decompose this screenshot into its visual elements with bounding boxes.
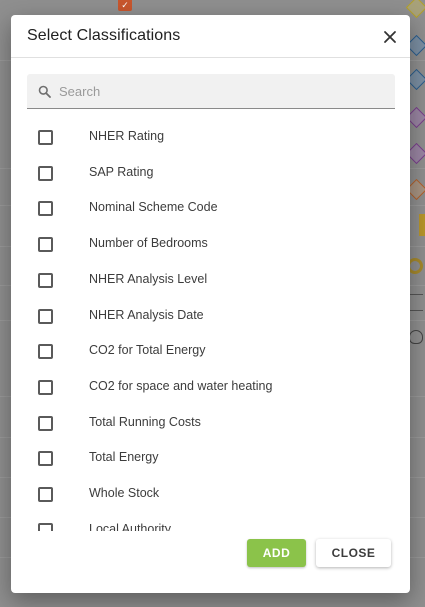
checkbox[interactable] — [38, 487, 53, 502]
list-item-label: NHER Rating — [89, 129, 165, 143]
checkbox[interactable] — [38, 380, 53, 395]
select-classifications-dialog: Select Classifications NHER Rating SAP R… — [11, 15, 410, 593]
list-item[interactable]: SAP Rating — [11, 155, 410, 191]
close-button[interactable]: CLOSE — [316, 539, 391, 567]
list-item-label: Number of Bedrooms — [89, 236, 208, 250]
checkbox-icon: ✓ — [118, 0, 132, 11]
list-item-label: Nominal Scheme Code — [89, 200, 218, 214]
bar-chart-icon — [419, 214, 425, 236]
list-item[interactable]: Nominal Scheme Code — [11, 190, 410, 226]
list-item[interactable]: Total Energy — [11, 440, 410, 476]
list-item-label: NHER Analysis Date — [89, 308, 204, 322]
list-item-label: Total Energy — [89, 450, 159, 464]
list-item[interactable]: Local Authority — [11, 512, 410, 531]
checkbox[interactable] — [38, 130, 53, 145]
equals-icon — [409, 310, 423, 311]
face-icon — [409, 330, 423, 344]
list-item-label: NHER Analysis Level — [89, 272, 208, 286]
checkbox[interactable] — [38, 166, 53, 181]
checkbox[interactable] — [38, 309, 53, 324]
checkbox[interactable] — [38, 201, 53, 216]
list-item-label: CO2 for space and water heating — [89, 379, 273, 393]
list-item[interactable]: Total Running Costs — [11, 405, 410, 441]
list-item[interactable]: Number of Bedrooms — [11, 226, 410, 262]
close-icon[interactable] — [380, 27, 400, 47]
list-item[interactable]: NHER Analysis Date — [11, 298, 410, 334]
classification-list[interactable]: NHER Rating SAP Rating Nominal Scheme Co… — [11, 119, 410, 531]
list-item[interactable]: NHER Rating — [11, 119, 410, 155]
dialog-header: Select Classifications — [11, 15, 410, 58]
list-item[interactable]: NHER Analysis Level — [11, 262, 410, 298]
list-item-label: Whole Stock — [89, 486, 160, 500]
list-item-label: CO2 for Total Energy — [89, 343, 206, 357]
checkbox[interactable] — [38, 451, 53, 466]
checkbox[interactable] — [38, 523, 53, 531]
equals-icon — [409, 294, 423, 295]
list-item[interactable]: CO2 for Total Energy — [11, 333, 410, 369]
search-icon — [38, 85, 51, 98]
list-item-label: Total Running Costs — [89, 415, 201, 429]
checkbox[interactable] — [38, 273, 53, 288]
list-item-label: Local Authority — [89, 522, 171, 531]
search-field — [27, 74, 395, 109]
checkbox[interactable] — [38, 416, 53, 431]
list-item[interactable]: Whole Stock — [11, 476, 410, 512]
checkbox[interactable] — [38, 344, 53, 359]
search-input[interactable] — [59, 74, 389, 108]
add-button[interactable]: ADD — [247, 539, 306, 567]
list-item-label: SAP Rating — [89, 165, 154, 179]
dialog-title: Select Classifications — [27, 27, 181, 44]
checkbox[interactable] — [38, 237, 53, 252]
list-item[interactable]: CO2 for space and water heating — [11, 369, 410, 405]
